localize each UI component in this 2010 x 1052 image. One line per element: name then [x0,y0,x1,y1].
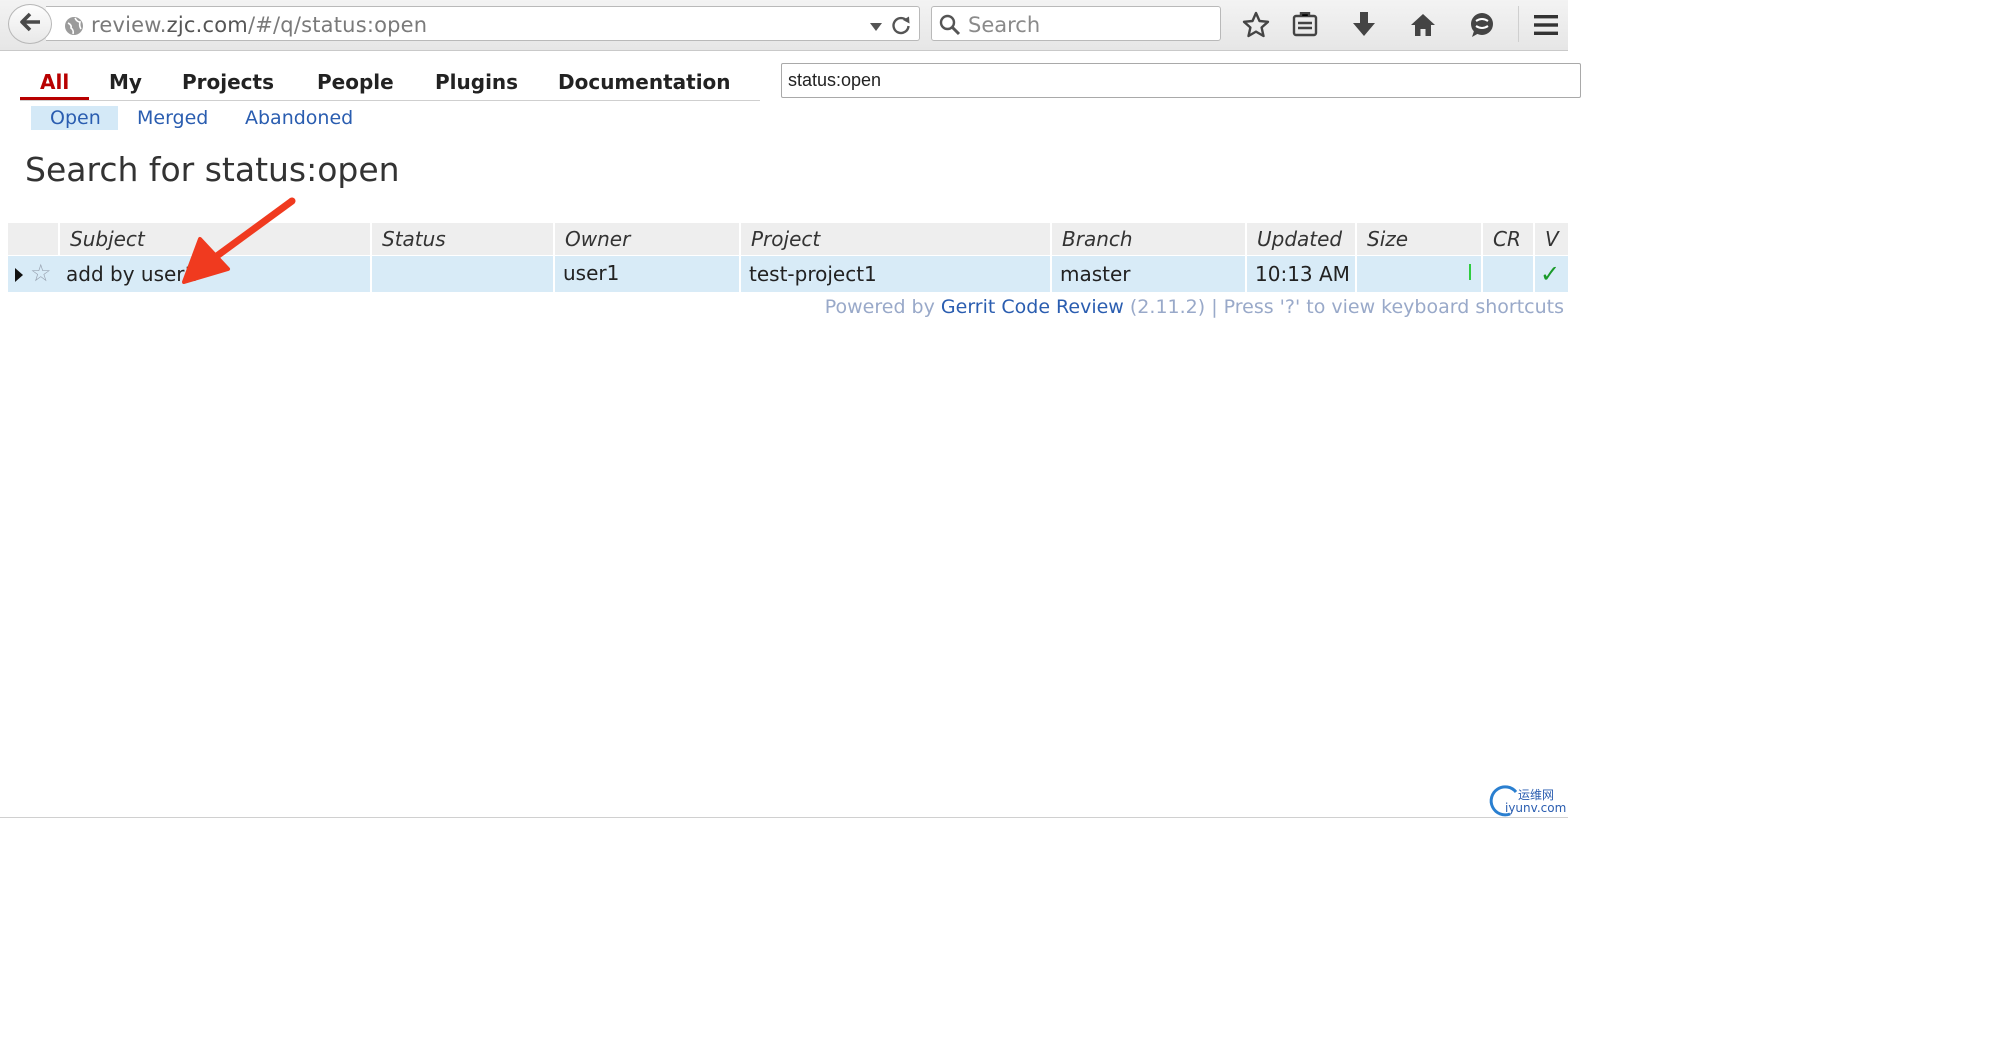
search-query-value: status:open [788,70,882,90]
footer-powered-by: Powered by [824,296,941,318]
row-cr [1481,256,1533,292]
chat-icon[interactable] [1467,10,1497,40]
gerrit-link[interactable]: Gerrit Code Review [941,296,1124,318]
menu-icon[interactable] [1531,10,1561,40]
reload-icon[interactable] [890,14,912,40]
bottom-divider [0,817,1568,818]
row-owner-link[interactable]: user1 [553,256,739,292]
tab-documentation[interactable]: Documentation [558,64,731,100]
submenu-abandoned[interactable]: Abandoned [245,106,353,130]
submenu-merged[interactable]: Merged [137,106,208,130]
toolbar-separator [1518,6,1519,42]
column-header-owner: Owner [553,223,739,255]
tab-people[interactable]: People [317,64,394,100]
search-icon [939,14,961,40]
row-status [370,256,553,292]
download-icon[interactable] [1349,10,1379,40]
browser-toolbar: review.zjc.com/#/q/status:open Search [0,0,1568,51]
tab-my[interactable]: My [109,64,142,100]
column-header-project: Project [739,223,1050,255]
column-header-status: Status [370,223,553,255]
watermark-logo: 运维网 iyunv.com [1486,784,1566,818]
column-header-size: Size [1355,223,1481,255]
row-branch-link[interactable]: master [1050,256,1245,292]
browser-search-box[interactable]: Search [931,6,1221,41]
row-project-link[interactable]: test-project1 [739,256,1050,292]
row-updated: 10:13 AM [1245,256,1355,292]
tab-projects[interactable]: Projects [182,64,274,100]
star-icon[interactable]: ☆ [30,259,52,287]
back-icon [18,11,42,37]
submenu-open[interactable]: Open [31,106,118,130]
size-bar [1469,264,1471,280]
footer-version-hint: (2.11.2) | Press '?' to view keyboard sh… [1123,296,1564,318]
url-bar[interactable]: review.zjc.com/#/q/status:open [46,6,920,41]
verified-check-icon: ✓ [1540,260,1561,288]
tab-plugins[interactable]: Plugins [435,64,518,100]
tab-all[interactable]: All [40,64,69,100]
footer: Powered by Gerrit Code Review (2.11.2) |… [825,296,1564,318]
row-pointer-icon [14,267,23,286]
column-header-v: V [1533,223,1568,255]
url-text[interactable]: review.zjc.com/#/q/status:open [91,13,427,37]
search-query-input[interactable]: status:open [781,63,1581,98]
dropdown-icon[interactable] [869,18,883,37]
back-button[interactable] [8,4,52,44]
page-title: Search for status:open [25,150,400,189]
row-size [1355,256,1481,292]
home-icon[interactable] [1408,10,1438,40]
column-header-updated: Updated [1245,223,1355,255]
column-header-cr: CR [1481,223,1533,255]
column-header-branch: Branch [1050,223,1245,255]
bookmark-star-icon[interactable] [1241,10,1271,40]
watermark-line2: iyunv.com [1505,801,1567,815]
search-placeholder: Search [968,13,1041,37]
menu-divider [20,100,760,101]
globe-icon [64,16,84,40]
reading-list-icon[interactable] [1290,10,1320,40]
annotation-arrow-icon [182,197,296,284]
